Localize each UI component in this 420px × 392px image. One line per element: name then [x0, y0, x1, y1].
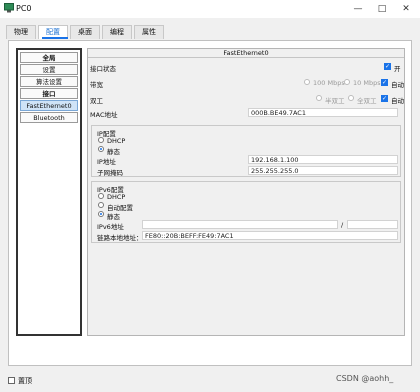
active-tab-indicator	[42, 37, 68, 39]
interface-panel: FastEthernet0 接口状态 ✓ 开 带宽 100 Mbps 10 Mb…	[87, 48, 405, 336]
sidebar: 全局 设置 算法设置 接口 FastEthernet0 Bluetooth	[16, 48, 82, 336]
watermark: CSDN @aohh_	[336, 374, 394, 383]
bandwidth-auto-checkbox[interactable]: ✓	[381, 79, 388, 86]
ip-config-group: IP配置 DHCP 静态 IP地址 192.168.1.100 子网掩码 255…	[91, 125, 401, 177]
duplex-auto-label: 自动	[391, 97, 404, 105]
port-status-label: 接口状态	[90, 65, 116, 73]
duplex-full-radio[interactable]	[348, 95, 354, 101]
ipv6-static-label: 静态	[107, 213, 120, 221]
ip-dhcp-radio[interactable]	[98, 137, 104, 143]
close-button[interactable]: ✕	[398, 2, 414, 16]
bandwidth-label: 带宽	[90, 81, 103, 89]
ipv6-auto-radio[interactable]	[98, 202, 104, 208]
tab-programming[interactable]: 编程	[102, 25, 132, 39]
tab-attributes[interactable]: 属性	[134, 25, 164, 39]
ipv6-prefix-separator: /	[341, 221, 344, 229]
link-local-field[interactable]: FE80::20B:BEFF:FE49:7AC1	[142, 231, 398, 240]
ipv6-dhcp-radio[interactable]	[98, 193, 104, 199]
port-status-checkbox[interactable]: ✓	[384, 63, 391, 70]
ipv6-static-radio[interactable]	[98, 211, 104, 217]
duplex-half-label: 半双工	[325, 97, 345, 105]
ipv6-config-group: IPv6配置 DHCP 自动配置 静态 IPv6地址 / 链路本地地址： FE8…	[91, 181, 401, 243]
sidebar-item-global[interactable]: 全局	[20, 52, 78, 63]
config-content: 全局 设置 算法设置 接口 FastEthernet0 Bluetooth Fa…	[8, 40, 412, 366]
ip-dhcp-label: DHCP	[107, 137, 126, 145]
duplex-auto-checkbox[interactable]: ✓	[381, 95, 388, 102]
ipv6-address-field[interactable]	[142, 220, 338, 229]
bandwidth-auto-label: 自动	[391, 81, 404, 89]
port-status-value: 开	[394, 65, 401, 73]
bandwidth-100-radio[interactable]	[304, 79, 310, 85]
always-on-top-checkbox[interactable]	[8, 377, 15, 384]
sidebar-item-algorithm[interactable]: 算法设置	[20, 76, 78, 87]
bandwidth-100-label: 100 Mbps	[313, 79, 345, 87]
window-title: PC0	[16, 4, 32, 13]
title-bar: PC0 — □ ✕	[0, 0, 420, 18]
ip-static-label: 静态	[107, 148, 120, 156]
sidebar-item-interface[interactable]: 接口	[20, 88, 78, 99]
sidebar-item-fastethernet0[interactable]: FastEthernet0	[20, 100, 78, 111]
tab-bar: 物理 配置 桌面 编程 属性	[6, 25, 266, 39]
bandwidth-10-radio[interactable]	[344, 79, 350, 85]
ip-static-radio[interactable]	[98, 146, 104, 152]
duplex-half-radio[interactable]	[316, 95, 322, 101]
sidebar-item-settings[interactable]: 设置	[20, 64, 78, 75]
ipv6-address-label: IPv6地址	[97, 223, 124, 231]
bandwidth-10-label: 10 Mbps	[353, 79, 381, 87]
link-local-label: 链路本地地址：	[97, 234, 143, 242]
tab-physical[interactable]: 物理	[6, 25, 36, 39]
tab-desktop[interactable]: 桌面	[70, 25, 100, 39]
mac-label: MAC地址	[90, 111, 118, 119]
ip-address-field[interactable]: 192.168.1.100	[248, 155, 398, 164]
minimize-button[interactable]: —	[350, 2, 366, 16]
ip-address-label: IP地址	[97, 158, 116, 166]
subnet-mask-field[interactable]: 255.255.255.0	[248, 166, 398, 175]
maximize-button[interactable]: □	[374, 2, 390, 16]
ipv6-dhcp-label: DHCP	[107, 193, 126, 201]
always-on-top-label: 置顶	[18, 377, 32, 385]
duplex-full-label: 全双工	[357, 97, 377, 105]
panel-title: FastEthernet0	[88, 49, 404, 58]
subnet-mask-label: 子网掩码	[97, 169, 123, 177]
mac-address-field[interactable]: 000B.BE49.7AC1	[248, 108, 398, 117]
ipv6-prefix-field[interactable]	[347, 220, 398, 229]
sidebar-item-bluetooth[interactable]: Bluetooth	[20, 112, 78, 123]
duplex-label: 双工	[90, 97, 103, 105]
pc-app-icon	[4, 3, 14, 13]
